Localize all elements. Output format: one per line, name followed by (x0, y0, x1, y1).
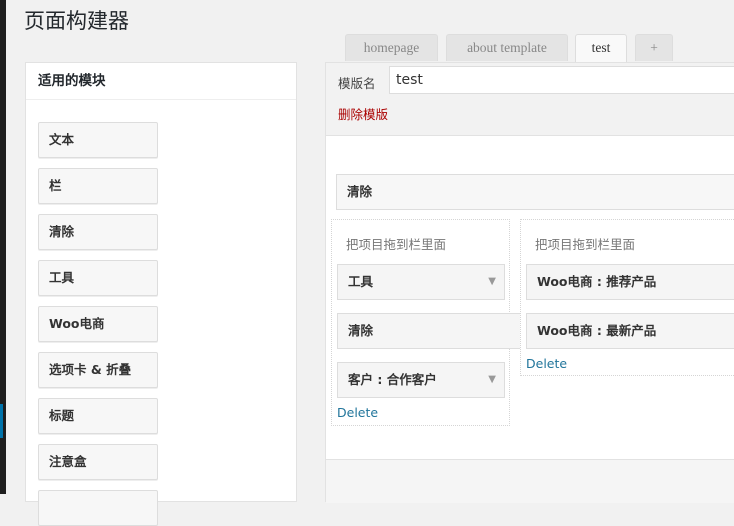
builder-panel: 模版名 删除模版 清除 把项目拖到栏里面 工具 ▼ 清除 客户 : 合作客户 ▼… (325, 62, 734, 503)
column-2-delete-link[interactable]: Delete (526, 356, 567, 371)
column-2[interactable]: 把项目拖到栏里面 Woo电商 : 推荐产品 Woo电商 : 最新产品 Delet… (520, 219, 734, 376)
module-tabs-accordion[interactable]: 选项卡 & 折叠 (38, 352, 158, 388)
column-2-item-featured-products[interactable]: Woo电商 : 推荐产品 (526, 264, 734, 300)
column-1-item-clients[interactable]: 客户 : 合作客户 ▼ (337, 362, 505, 398)
module-notice-box[interactable]: 注意盒 (38, 444, 158, 480)
column-1-item-widget[interactable]: 工具 ▼ (337, 264, 505, 300)
delete-template-link[interactable]: 删除模版 (338, 104, 388, 123)
builder-footer (326, 460, 734, 503)
column-1-item-clear-label: 清除 (348, 323, 374, 338)
column-1-hint: 把项目拖到栏里面 (346, 237, 447, 252)
page-title: 页面构建器 (24, 9, 129, 33)
template-settings: 模版名 删除模版 (326, 63, 734, 136)
column-2-hint: 把项目拖到栏里面 (535, 237, 636, 252)
canvas-clear-item[interactable]: 清除 (336, 174, 734, 210)
module-clear[interactable]: 清除 (38, 214, 158, 250)
triangle-down-icon[interactable]: ▼ (488, 265, 496, 299)
module-woocommerce[interactable]: Woo电商 (38, 306, 158, 342)
template-name-label: 模版名 (338, 76, 376, 91)
column-2-item-featured-products-label: Woo电商 : 推荐产品 (537, 274, 657, 289)
column-2-item-recent-products[interactable]: Woo电商 : 最新产品 (526, 313, 734, 349)
module-partial[interactable] (38, 490, 158, 526)
template-name-input[interactable] (389, 66, 734, 94)
column-1-item-widget-label: 工具 (348, 274, 374, 289)
admin-sidebar-accent (0, 404, 3, 438)
module-column[interactable]: 栏 (38, 168, 158, 204)
module-widget[interactable]: 工具 (38, 260, 158, 296)
tab-add-template[interactable]: + (635, 34, 673, 61)
column-2-item-recent-products-label: Woo电商 : 最新产品 (537, 323, 657, 338)
module-text[interactable]: 文本 (38, 122, 158, 158)
modules-panel: 适用的模块 文本 栏 清除 工具 Woo电商 选项卡 & 折叠 标题 注意盒 (25, 62, 297, 526)
tab-test[interactable]: test (575, 34, 627, 62)
triangle-down-icon[interactable]: ▼ (488, 363, 496, 397)
tab-about-template[interactable]: about template (446, 34, 568, 61)
module-heading[interactable]: 标题 (38, 398, 158, 434)
modules-panel-title: 适用的模块 (26, 63, 296, 100)
column-1-item-clients-label: 客户 : 合作客户 (348, 372, 437, 387)
column-1-item-clear[interactable]: 清除 (337, 313, 525, 349)
column-1-delete-link[interactable]: Delete (337, 405, 378, 420)
column-1[interactable]: 把项目拖到栏里面 工具 ▼ 清除 客户 : 合作客户 ▼ Delete (331, 219, 525, 426)
tab-homepage[interactable]: homepage (345, 34, 438, 61)
